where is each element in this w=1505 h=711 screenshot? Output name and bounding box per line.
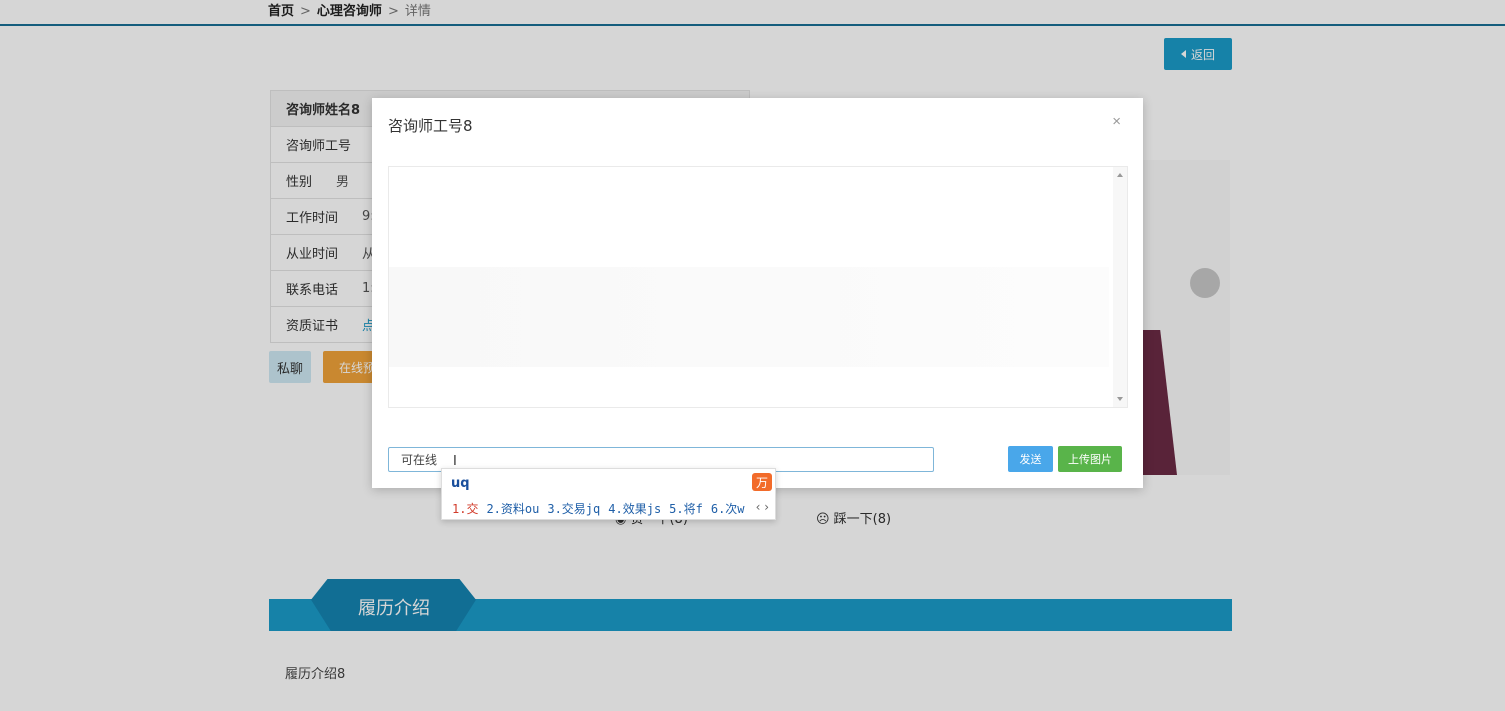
chat-history[interactable] xyxy=(388,166,1128,408)
scroll-up-icon[interactable] xyxy=(1117,173,1123,177)
chat-modal: 咨询师工号8 × I 发送 上传图片 xyxy=(372,98,1143,488)
ime-logo-icon[interactable]: 万 xyxy=(752,473,772,491)
upload-image-button[interactable]: 上传图片 xyxy=(1058,446,1122,472)
ime-candidate[interactable]: 5.将f xyxy=(669,500,703,517)
ime-candidate-window: uq 万 1.交 2.资料ou 3.交易jq 4.效果js 5.将f 6.次w … xyxy=(441,468,776,520)
ime-candidate[interactable]: 2.资料ou xyxy=(486,500,539,517)
text-cursor-icon: I xyxy=(453,454,457,469)
scroll-down-icon[interactable] xyxy=(1117,397,1123,401)
send-button[interactable]: 发送 xyxy=(1008,446,1053,472)
ime-page-arrows-icon[interactable]: ‹ › xyxy=(756,500,769,514)
ime-composition: uq xyxy=(451,476,470,491)
modal-title: 咨询师工号8 xyxy=(388,117,473,135)
ime-candidate[interactable]: 1.交 xyxy=(452,500,478,517)
chat-scrollbar[interactable] xyxy=(1113,167,1127,407)
close-icon[interactable]: × xyxy=(1106,112,1127,131)
ime-candidate[interactable]: 3.交易jq xyxy=(547,500,600,517)
ime-candidate[interactable]: 4.效果js xyxy=(608,500,661,517)
chat-blank-area xyxy=(389,267,1109,367)
ime-candidate-list: 1.交 2.资料ou 3.交易jq 4.效果js 5.将f 6.次w xyxy=(452,500,745,517)
ime-candidate[interactable]: 6.次w xyxy=(711,500,745,517)
